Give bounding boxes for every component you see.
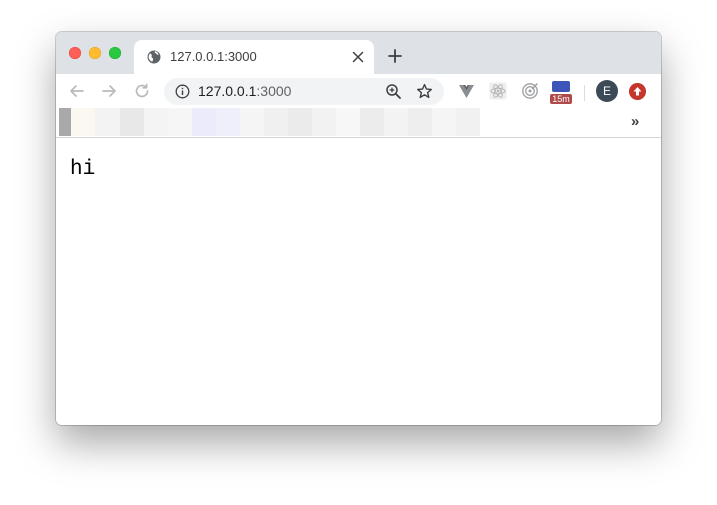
page-body-text: hi [70,158,96,181]
timer-extension-icon[interactable]: 15m [550,81,572,104]
tab-title: 127.0.0.1:3000 [170,49,257,64]
window-minimize-button[interactable] [89,47,101,59]
new-tab-plus-icon[interactable] [388,49,402,63]
info-icon[interactable] [175,84,190,99]
bookmark-item[interactable] [360,108,384,136]
browser-window: 127.0.0.1:3000 127.0.0.1:3000 15m E » hi [56,32,661,425]
tab-strip: 127.0.0.1:3000 [56,32,661,74]
bookmark-item[interactable] [384,108,408,136]
active-tab[interactable]: 127.0.0.1:3000 [134,40,374,74]
bookmark-item[interactable] [95,108,120,136]
bookmark-item[interactable] [312,108,336,136]
react-devtools-icon[interactable] [489,82,507,100]
bookmark-item[interactable] [288,108,312,136]
bookmark-item[interactable] [144,108,168,136]
back-arrow-icon[interactable] [68,82,86,100]
bookmark-star-icon[interactable] [416,83,433,100]
bookmark-item[interactable] [168,108,192,136]
bookmarks-bar: » [56,108,661,138]
bookmark-item[interactable] [408,108,432,136]
zoom-icon[interactable] [385,83,402,100]
timer-window-icon [552,81,570,92]
url-host: 127.0.0.1 [198,83,257,99]
reload-icon[interactable] [133,82,151,100]
bookmarks-overflow-chevron-icon[interactable]: » [631,113,639,130]
timer-badge: 15m [550,94,572,104]
bookmark-item[interactable] [120,108,144,136]
bookmark-item[interactable] [456,108,480,136]
window-close-button[interactable] [69,47,81,59]
url-port: :3000 [256,83,292,99]
forward-arrow-icon[interactable] [100,82,118,100]
browser-toolbar: 127.0.0.1:3000 15m E [56,74,661,108]
bookmark-item[interactable] [59,108,71,136]
bookmark-item[interactable] [336,108,360,136]
bookmark-item[interactable] [71,108,95,136]
toolbar-divider [584,85,585,101]
bookmark-item[interactable] [264,108,288,136]
target-extension-icon[interactable] [521,82,539,100]
page-viewport: hi [56,138,661,425]
bookmark-item[interactable] [432,108,456,136]
profile-avatar[interactable]: E [596,80,618,102]
window-maximize-button[interactable] [109,47,121,59]
close-icon[interactable] [352,51,364,63]
address-bar[interactable]: 127.0.0.1:3000 [164,78,444,105]
globe-icon [147,50,161,64]
bookmark-item[interactable] [240,108,264,136]
bookmark-item[interactable] [192,108,216,136]
vue-devtools-icon[interactable] [458,83,475,100]
url-text[interactable]: 127.0.0.1:3000 [198,83,291,99]
bookmark-item[interactable] [216,108,240,136]
update-arrow-icon[interactable] [629,83,646,100]
